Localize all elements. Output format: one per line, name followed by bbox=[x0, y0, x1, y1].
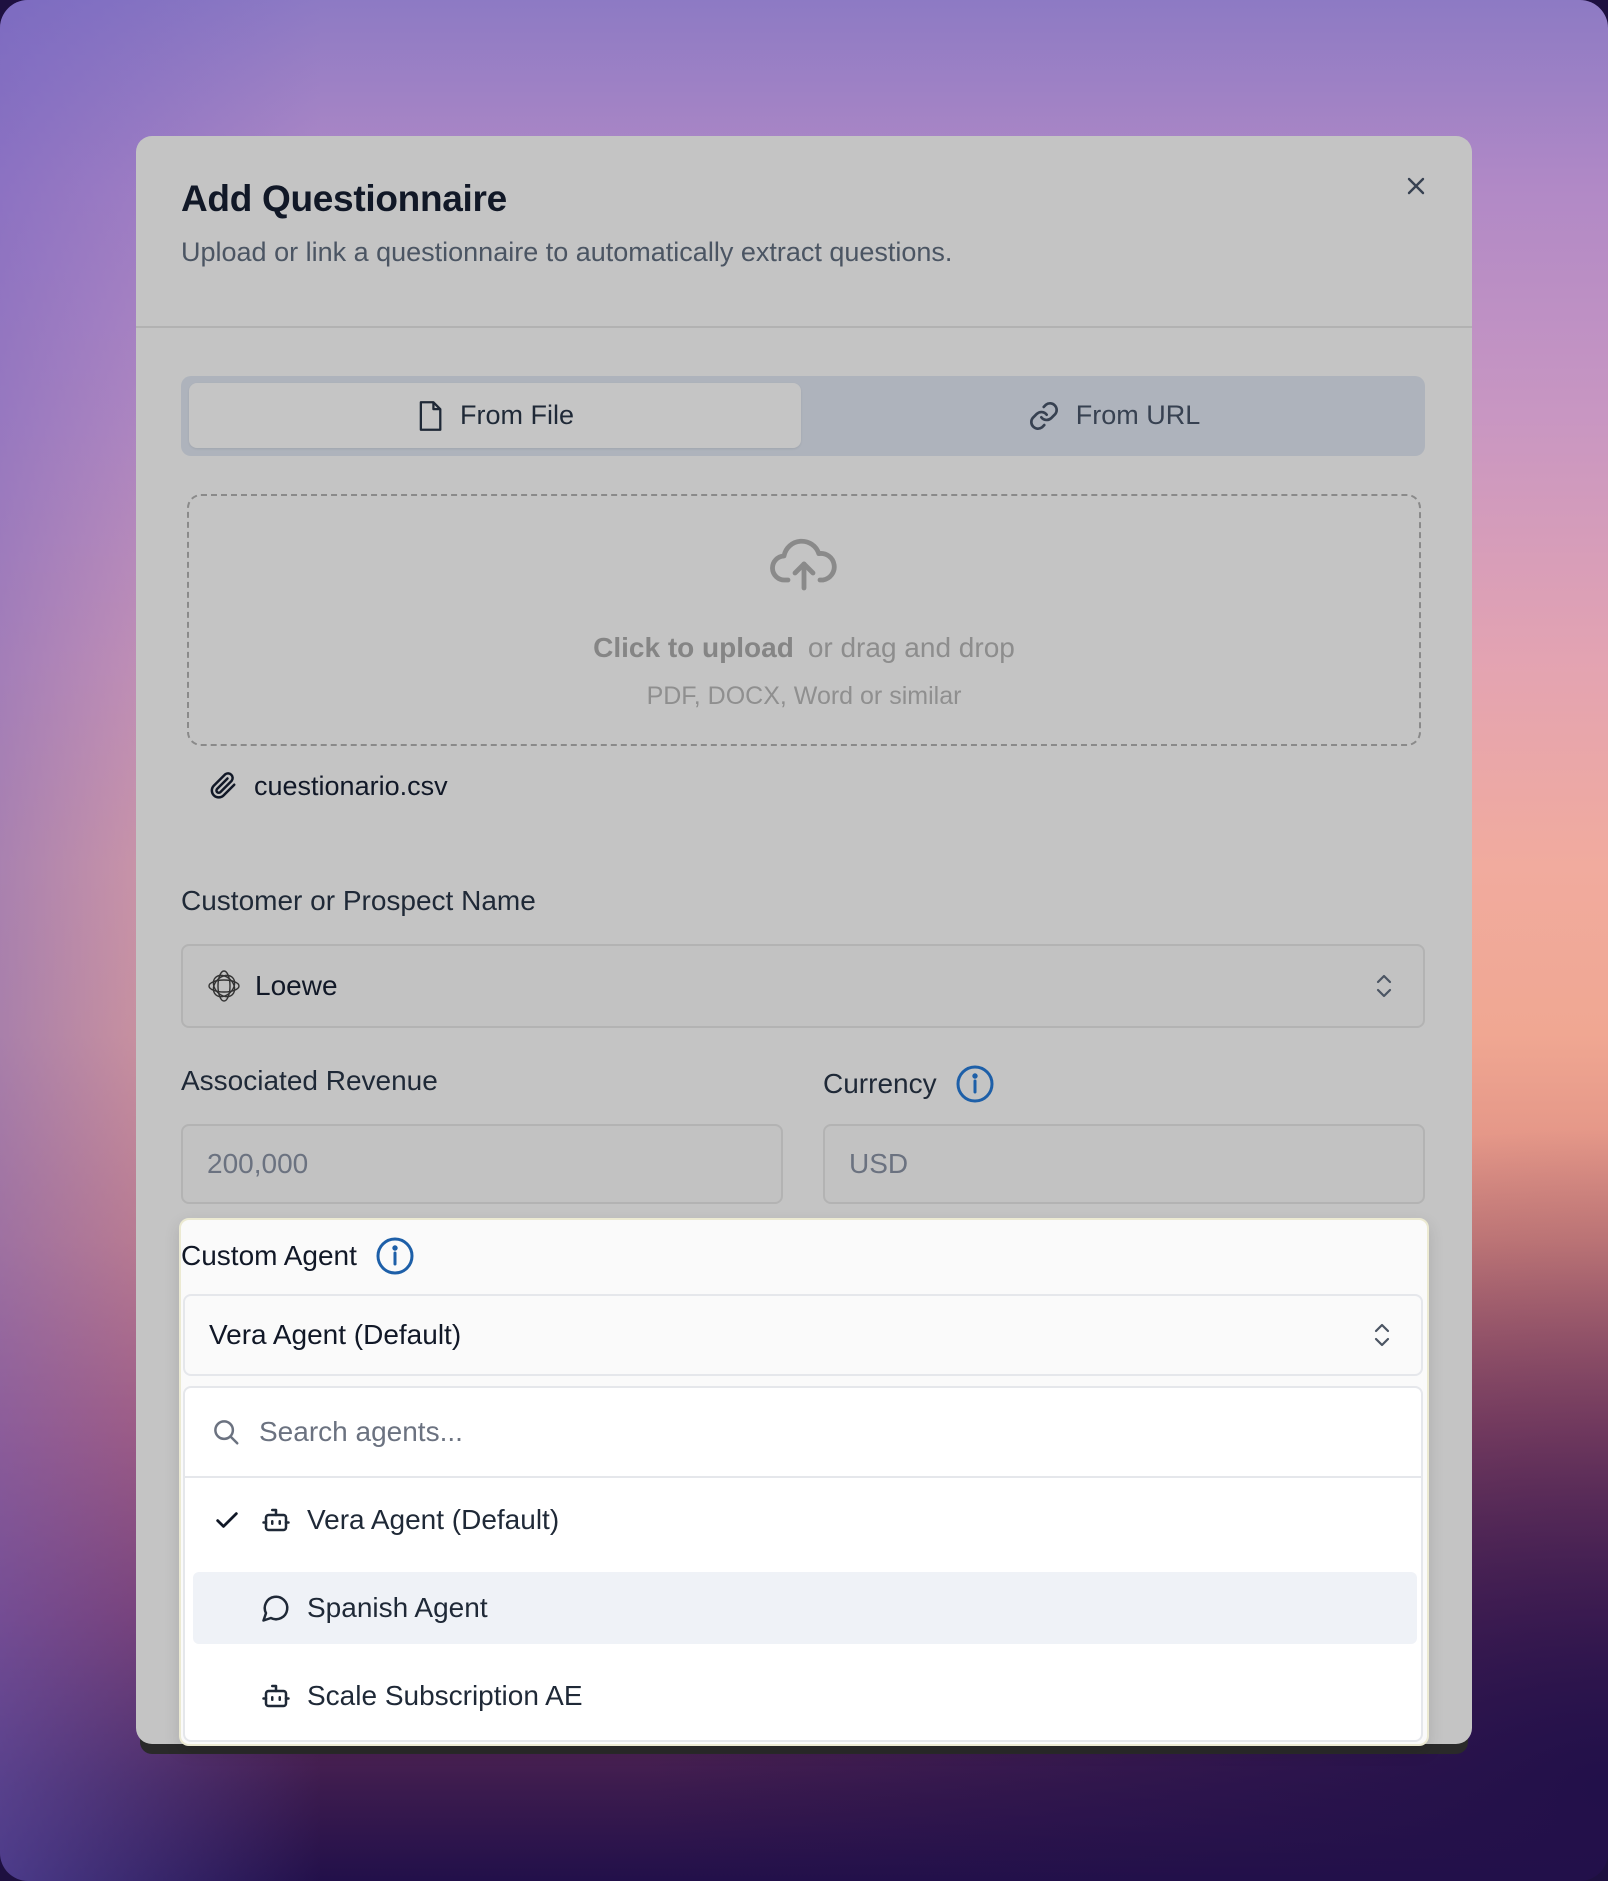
agent-search-input[interactable] bbox=[257, 1415, 1161, 1449]
modal-subtitle: Upload or link a questionnaire to automa… bbox=[181, 237, 953, 267]
customer-select[interactable]: Loewe bbox=[181, 944, 1425, 1028]
bot-icon bbox=[262, 1508, 290, 1532]
agent-search bbox=[185, 1388, 1421, 1478]
agent-option-label: Scale Subscription AE bbox=[307, 1680, 583, 1711]
currency-label: Currency bbox=[823, 1064, 995, 1104]
attached-file: cuestionario.csv bbox=[208, 766, 448, 806]
bot-icon bbox=[262, 1684, 290, 1708]
tab-label: From URL bbox=[1075, 400, 1201, 430]
checkmark-icon-wrap bbox=[213, 1506, 241, 1534]
modal-header: Add Questionnaire Upload or link a quest… bbox=[136, 136, 1472, 328]
agent-label: Custom Agent bbox=[181, 1236, 415, 1276]
custom-agent-panel: Custom Agent Vera Agent (Default) Vera A… bbox=[179, 1218, 1429, 1746]
tab-from-url[interactable]: From URL bbox=[811, 383, 1417, 448]
customer-label: Customer or Prospect Name bbox=[181, 885, 536, 917]
agent-option-vera[interactable]: Vera Agent (Default) bbox=[193, 1484, 1417, 1556]
agent-select[interactable]: Vera Agent (Default) bbox=[183, 1294, 1423, 1376]
revenue-label: Associated Revenue bbox=[181, 1065, 438, 1097]
tab-from-file[interactable]: From File bbox=[189, 383, 801, 448]
customer-label-text: Customer or Prospect Name bbox=[181, 885, 536, 916]
currency-label-text: Currency bbox=[823, 1068, 937, 1099]
info-icon[interactable] bbox=[375, 1236, 415, 1276]
chat-bubble-icon bbox=[262, 1595, 289, 1622]
agent-selected-value: Vera Agent (Default) bbox=[209, 1319, 462, 1350]
tab-label: From File bbox=[460, 400, 574, 430]
chevron-up-down-icon bbox=[1376, 974, 1392, 998]
currency-placeholder: USD bbox=[849, 1148, 909, 1179]
agent-options-list: Vera Agent (Default) Spanish Agent Scale… bbox=[183, 1386, 1423, 1742]
close-icon bbox=[1407, 177, 1425, 195]
close-button[interactable] bbox=[1394, 164, 1438, 208]
agent-option-label: Vera Agent (Default) bbox=[307, 1504, 560, 1535]
modal-title: Add Questionnaire bbox=[181, 178, 507, 219]
customer-value: Loewe bbox=[255, 970, 338, 1001]
drag-drop-text: or drag and drop bbox=[807, 632, 1015, 663]
link-icon bbox=[1029, 401, 1058, 430]
file-icon bbox=[419, 400, 442, 431]
checkmark-icon bbox=[216, 1512, 238, 1528]
click-to-upload-link[interactable]: Click to upload bbox=[593, 632, 794, 663]
upload-formats: PDF, DOCX, Word or similar bbox=[646, 682, 962, 710]
agent-option-label: Spanish Agent bbox=[307, 1592, 488, 1623]
currency-input[interactable]: USD bbox=[823, 1124, 1425, 1204]
info-icon[interactable] bbox=[955, 1064, 995, 1104]
source-tabs: From File From URL bbox=[181, 376, 1425, 456]
agent-option-spanish[interactable]: Spanish Agent bbox=[193, 1572, 1417, 1644]
attached-file-name: cuestionario.csv bbox=[254, 770, 448, 801]
agent-option-scale[interactable]: Scale Subscription AE bbox=[193, 1660, 1417, 1732]
revenue-input[interactable]: 200,000 bbox=[181, 1124, 783, 1204]
upload-instructions: Click to upload or drag and drop bbox=[136, 632, 1472, 664]
chevron-up-down-icon bbox=[1374, 1323, 1390, 1347]
loewe-logo-icon bbox=[208, 970, 240, 1002]
paperclip-icon bbox=[210, 772, 236, 799]
revenue-placeholder: 200,000 bbox=[207, 1148, 309, 1179]
cloud-upload-icon bbox=[770, 538, 837, 591]
agent-label-text: Custom Agent bbox=[181, 1240, 357, 1271]
search-icon bbox=[214, 1420, 239, 1445]
revenue-label-text: Associated Revenue bbox=[181, 1065, 438, 1096]
